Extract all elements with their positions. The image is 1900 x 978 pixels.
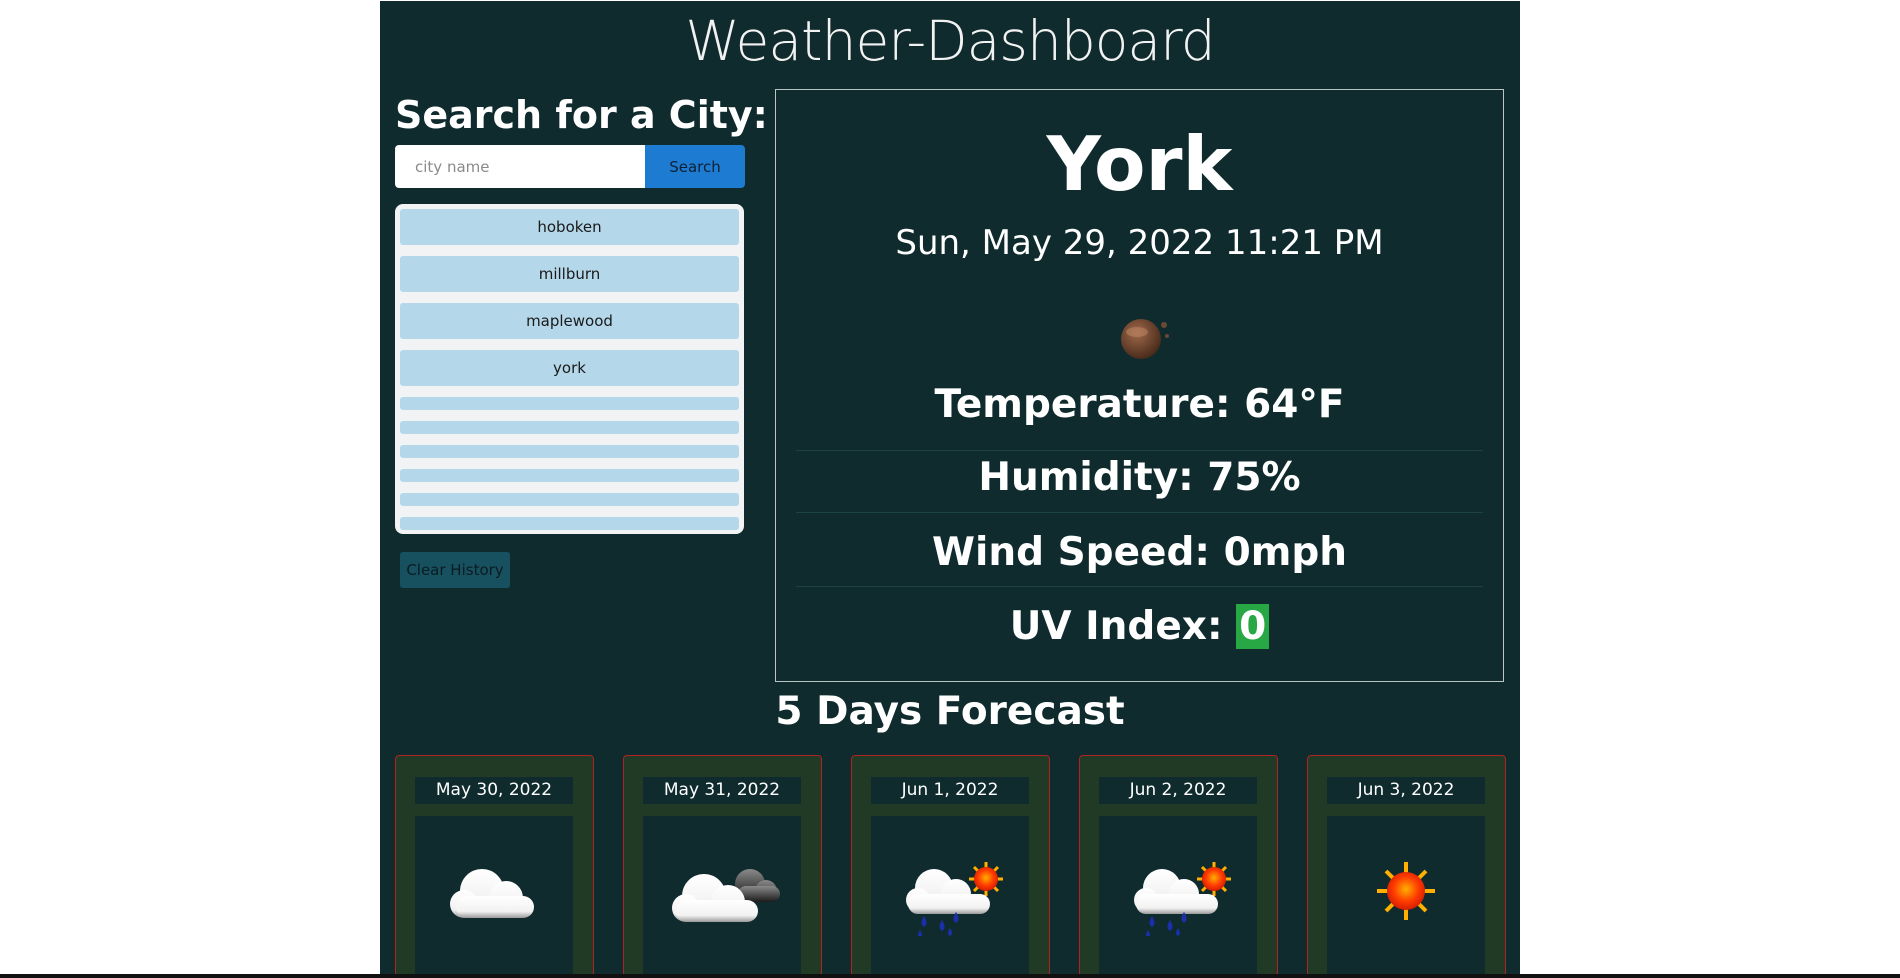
forecast-body [871,816,1029,974]
uv-index-row: UV Index: 0 [796,604,1483,649]
history-item-empty[interactable] [400,493,739,506]
humidity-value: 75% [1207,455,1301,500]
forecast-body [415,816,573,974]
forecast-card: Jun 3, 2022 [1307,755,1506,974]
humidity-row: Humidity: 75% [796,455,1483,513]
history-item-hoboken[interactable]: hoboken [400,209,739,245]
history-item-empty[interactable] [400,445,739,458]
temperature-label: Temperature: [934,382,1231,427]
temperature-row: Temperature: 64°F [796,382,1483,451]
forecast-date: May 30, 2022 [415,777,573,804]
partly-cloudy-night-icon [672,869,780,922]
wind-speed-row: Wind Speed: 0mph [796,530,1483,587]
forecast-body [1327,816,1485,974]
wind-speed-label: Wind Speed: [931,530,1211,575]
search-history-list: hoboken millburn maplewood york [395,204,744,534]
window-bottom-edge [0,974,1900,978]
search-row: Search [395,145,745,188]
forecast-card: May 30, 2022 [395,755,594,974]
uv-index-badge: 0 [1236,604,1270,649]
city-name: York [1046,120,1233,208]
forecast-card: Jun 1, 2022 [851,755,1050,974]
forecast-date: Jun 2, 2022 [1099,777,1257,804]
weather-dashboard: Weather-Dashboard Search for a City: Sea… [380,1,1520,974]
forecast-date: Jun 1, 2022 [871,777,1029,804]
rain-sun-icon [1134,862,1231,936]
temperature-value: 64°F [1244,382,1345,427]
rain-sun-icon [906,862,1003,936]
forecast-card: Jun 2, 2022 [1079,755,1278,974]
forecast-body [643,816,801,974]
forecast-heading: 5 Days Forecast [775,689,1125,734]
humidity-label: Humidity: [978,455,1194,500]
app-title: Weather-Dashboard [685,9,1215,73]
clear-history-button[interactable]: Clear History [400,552,510,588]
forecast-body [1099,816,1257,974]
search-button[interactable]: Search [645,145,745,188]
night-partly-cloudy-moon-icon [1121,319,1169,359]
current-datetime: Sun, May 29, 2022 11:21 PM [895,223,1384,263]
forecast-date: May 31, 2022 [643,777,801,804]
history-item-empty[interactable] [400,421,739,434]
sun-icon [1377,862,1435,920]
history-item-millburn[interactable]: millburn [400,256,739,292]
city-search-input[interactable] [395,145,645,188]
history-item-empty[interactable] [400,397,739,410]
uv-index-label: UV Index: [1009,604,1223,649]
cloud-icon [450,869,534,918]
search-heading: Search for a City: [395,93,768,137]
history-item-maplewood[interactable]: maplewood [400,303,739,339]
wind-speed-value: 0mph [1223,530,1348,575]
forecast-date: Jun 3, 2022 [1327,777,1485,804]
history-item-empty[interactable] [400,517,739,530]
current-weather-card: York Sun, May 29, 2022 11:21 PM Temperat… [775,89,1504,682]
history-item-york[interactable]: york [400,350,739,386]
history-item-empty[interactable] [400,469,739,482]
forecast-card: May 31, 2022 [623,755,822,974]
